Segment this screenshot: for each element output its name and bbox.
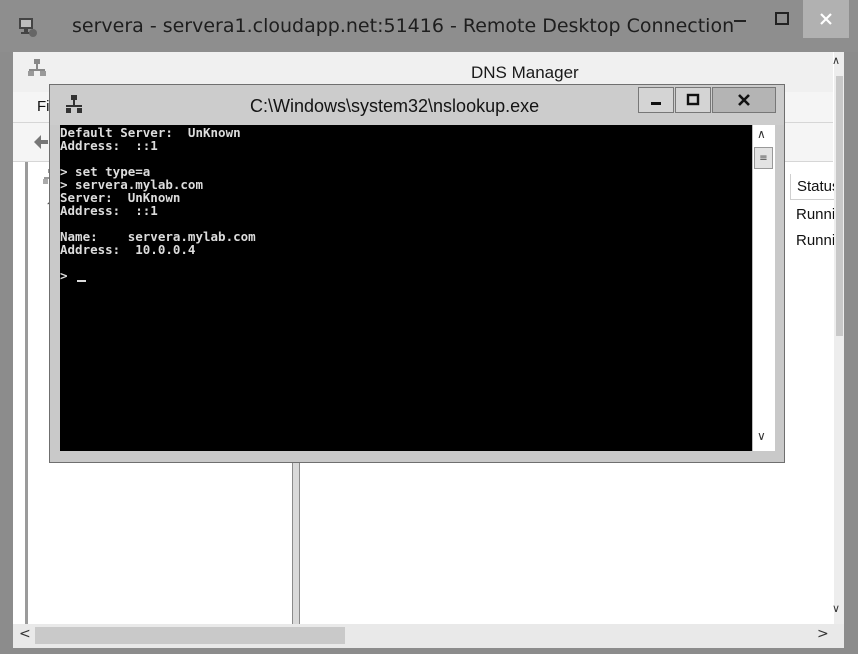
console-app-icon <box>66 95 82 113</box>
console-titlebar[interactable]: C:\Windows\system32\nslookup.exe <box>50 85 784 125</box>
close-icon <box>820 13 832 25</box>
menu-file[interactable]: Fi <box>37 98 50 115</box>
rdp-minimize-button[interactable] <box>720 0 760 38</box>
status-cell[interactable]: Runni <box>796 232 836 249</box>
maximize-icon <box>686 93 700 106</box>
console-line: Address: ::1 <box>60 138 158 153</box>
scroll-right-icon[interactable]: > <box>817 626 829 642</box>
scroll-down-icon[interactable]: ∨ <box>832 602 840 615</box>
rdp-titlebar[interactable]: servera - servera1.cloudapp.net:51416 - … <box>0 0 858 52</box>
nslookup-console-window: C:\Windows\system32\nslookup.exe Default… <box>49 84 785 463</box>
close-icon <box>738 94 750 106</box>
console-close-button[interactable] <box>712 87 776 113</box>
scroll-up-icon[interactable]: ∧ <box>832 54 840 67</box>
remote-horizontal-scrollbar[interactable]: < > <box>13 624 844 648</box>
console-line: Address: ::1 <box>60 203 158 218</box>
scrollbar-thumb[interactable]: ≡ <box>754 147 773 169</box>
dns-manager-icon <box>28 59 46 76</box>
remote-desktop-icon <box>19 18 37 37</box>
minimize-icon <box>651 102 661 105</box>
rdp-close-button[interactable] <box>803 0 849 38</box>
scroll-down-icon[interactable]: ∨ <box>757 429 766 443</box>
console-maximize-button[interactable] <box>675 87 711 113</box>
minimize-icon <box>734 20 746 22</box>
scroll-up-icon[interactable]: ∧ <box>757 127 766 141</box>
scrollbar-thumb[interactable] <box>35 627 345 644</box>
remote-session-area: DNS Manager Fi ◢ <box>13 52 844 648</box>
scroll-left-icon[interactable]: < <box>19 626 31 642</box>
remote-desktop-window: servera - servera1.cloudapp.net:51416 - … <box>0 0 858 654</box>
console-minimize-button[interactable] <box>638 87 674 113</box>
console-output[interactable]: Default Server: UnKnown Address: ::1 > s… <box>60 125 752 451</box>
console-prompt-line[interactable]: > <box>60 269 752 282</box>
console-line: Server: UnKnown <box>60 190 181 205</box>
console-vertical-scrollbar[interactable]: ∧ ≡ ∨ <box>752 125 775 451</box>
text-cursor <box>77 280 87 282</box>
rdp-window-title: servera - servera1.cloudapp.net:51416 - … <box>72 15 735 37</box>
scrollbar-thumb[interactable] <box>836 76 843 336</box>
back-arrow-icon[interactable] <box>31 132 51 152</box>
maximize-icon <box>775 12 789 25</box>
dns-manager-title: DNS Manager <box>471 63 579 82</box>
console-line: Address: 10.0.0.4 <box>60 242 196 257</box>
console-prompt: > <box>60 268 76 283</box>
status-cell[interactable]: Runni <box>796 206 836 223</box>
dns-vertical-scrollbar[interactable]: ∧ ∨ <box>832 52 844 624</box>
console-line: Default Server: UnKnown <box>60 125 241 140</box>
console-title: C:\Windows\system32\nslookup.exe <box>250 96 540 116</box>
rdp-maximize-button[interactable] <box>762 0 802 38</box>
pane-splitter[interactable] <box>292 462 300 624</box>
